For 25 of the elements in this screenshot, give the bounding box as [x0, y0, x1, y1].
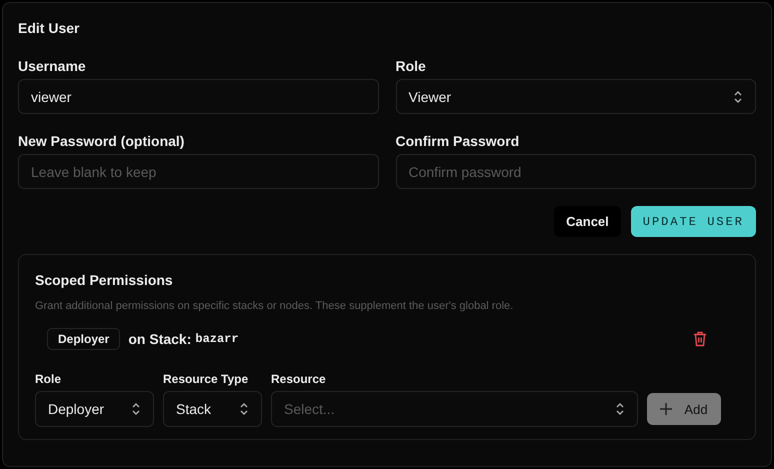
field-label: New Password (optional)	[18, 133, 186, 150]
field-label: Role	[35, 372, 62, 387]
select-field[interactable]: Stack	[163, 391, 262, 427]
role-badge: Deployer	[47, 328, 120, 350]
chevron-updown-icon	[733, 90, 743, 104]
update-user-button[interactable]: UPDATE USER	[630, 206, 756, 237]
field-label: Role	[396, 58, 427, 75]
chevron-updown-icon	[131, 402, 141, 416]
plus-icon	[660, 403, 672, 415]
field-label: Resource	[271, 372, 327, 387]
select-field[interactable]: Deployer	[35, 391, 154, 427]
scope-text: on Stack:	[128, 331, 192, 347]
input-field[interactable]: viewer	[18, 79, 378, 114]
chevron-updown-icon	[615, 402, 625, 416]
section-description: Grant additional permissions on specific stacks or nodes. These supplement the user's global role.	[35, 300, 514, 312]
trash-icon[interactable]	[693, 331, 707, 347]
dialog-title: Edit User	[18, 20, 80, 38]
section-title: Scoped Permissions	[35, 272, 174, 288]
field-label: Resource Type	[163, 372, 250, 387]
chevron-updown-icon	[239, 402, 249, 416]
field-label: Confirm Password	[396, 133, 520, 150]
field-label: Username	[18, 58, 87, 75]
cancel-button[interactable]: Cancel	[554, 206, 621, 237]
resource-name: bazarr	[195, 332, 239, 346]
select-field[interactable]: Viewer	[396, 79, 756, 114]
